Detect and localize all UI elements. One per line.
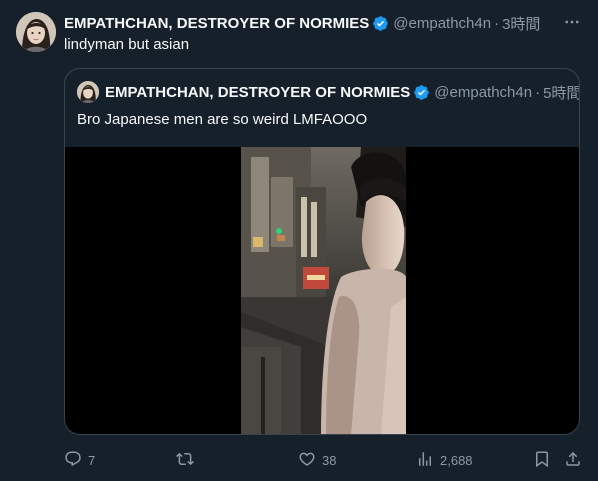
action-bar: 7 38 2,688 <box>64 448 582 472</box>
tweet-text: lindyman but asian <box>64 36 190 53</box>
share-button[interactable] <box>564 448 582 472</box>
more-icon[interactable] <box>562 12 582 32</box>
verified-badge-icon <box>372 15 389 32</box>
reply-count: 7 <box>88 452 96 468</box>
author-name[interactable]: EMPATHCHAN, DESTROYER OF NORMIES <box>64 15 369 32</box>
like-count: 38 <box>322 452 337 468</box>
quoted-tweet-time: 5時間 <box>543 84 580 102</box>
video-frame <box>241 147 406 434</box>
tweet-time[interactable]: 3時間 <box>502 13 540 34</box>
quoted-video[interactable] <box>65 147 579 434</box>
like-icon <box>298 450 316 471</box>
retweet-button[interactable] <box>176 448 200 472</box>
retweet-icon <box>176 450 194 471</box>
separator-dot: · <box>494 14 500 32</box>
author-avatar[interactable] <box>16 12 56 52</box>
quoted-tweet[interactable]: EMPATHCHAN, DESTROYER OF NORMIES @empath… <box>64 68 580 435</box>
verified-badge-icon <box>413 84 430 101</box>
views-count: 2,688 <box>440 452 473 468</box>
views-icon <box>416 450 434 471</box>
views-button[interactable]: 2,688 <box>416 448 473 472</box>
bookmark-icon <box>533 450 551 471</box>
tweet[interactable]: EMPATHCHAN, DESTROYER OF NORMIES @empath… <box>0 0 598 481</box>
quoted-author-avatar[interactable] <box>77 81 99 103</box>
quoted-author-name: EMPATHCHAN, DESTROYER OF NORMIES <box>105 83 411 101</box>
tweet-header: EMPATHCHAN, DESTROYER OF NORMIES @empath… <box>64 13 540 33</box>
reply-icon <box>64 450 82 471</box>
separator-dot: · <box>535 83 541 101</box>
quoted-tweet-header: EMPATHCHAN, DESTROYER OF NORMIES @empath… <box>105 81 580 103</box>
bookmark-button[interactable] <box>533 448 551 472</box>
quoted-author-handle: @empathch4n <box>434 83 533 101</box>
author-handle[interactable]: @empathch4n <box>393 15 491 32</box>
reply-button[interactable]: 7 <box>64 448 95 472</box>
quoted-tweet-text: Bro Japanese men are so weird LMFAOOO <box>77 111 368 128</box>
like-button[interactable]: 38 <box>298 448 336 472</box>
share-icon <box>564 450 582 471</box>
